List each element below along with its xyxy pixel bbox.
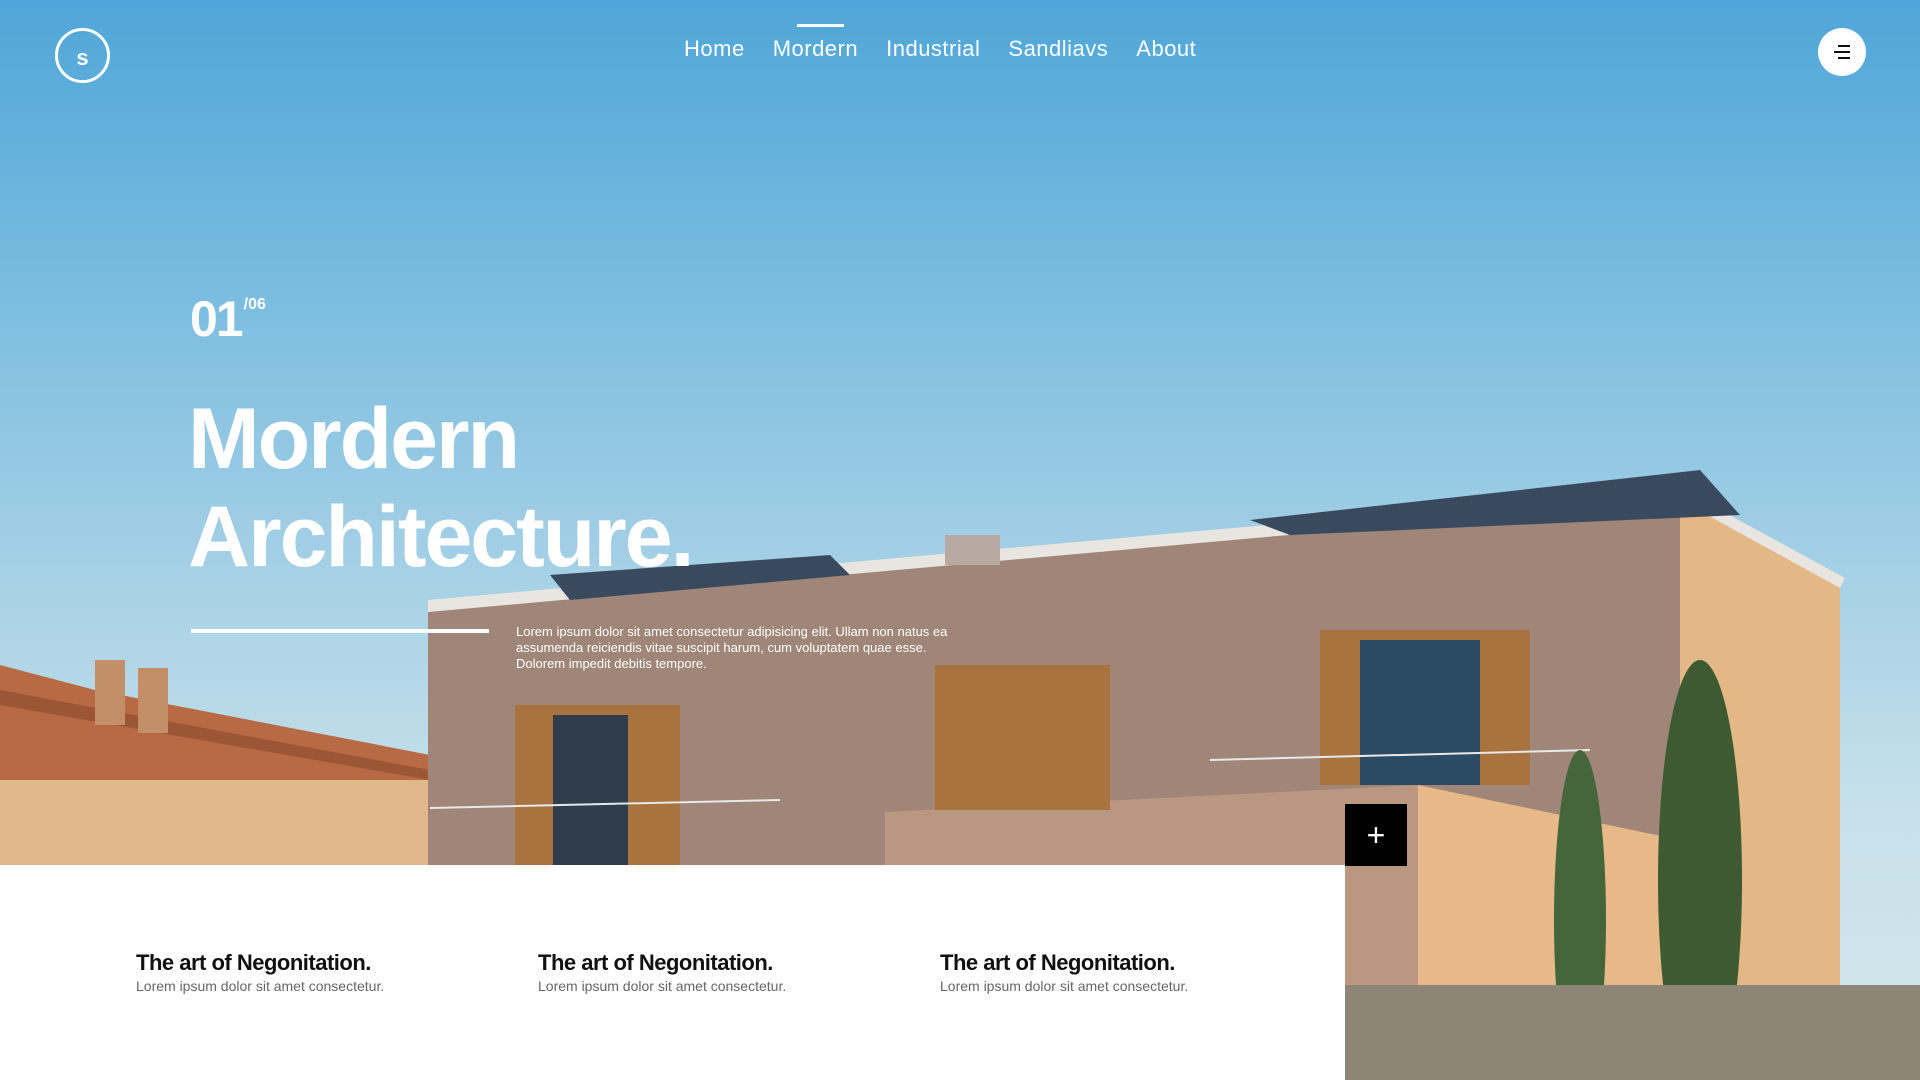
logo-letter: s [76, 44, 89, 70]
main-nav: Home Mordern Industrial Sandliavs About [684, 24, 1196, 62]
feature-text: Lorem ipsum dolor sit amet consectetur. [136, 978, 385, 994]
nav-mordern[interactable]: Mordern [773, 24, 858, 62]
hero-title: Mordern Architecture. [188, 390, 694, 586]
nav-home[interactable]: Home [684, 36, 745, 62]
feature-text: Lorem ipsum dolor sit amet consectetur. [940, 978, 1189, 994]
feature-card[interactable]: The art of Negonitation. Lorem ipsum dol… [538, 950, 868, 994]
title-divider [191, 629, 489, 633]
feature-text: Lorem ipsum dolor sit amet consectetur. [538, 978, 787, 994]
nav-about[interactable]: About [1136, 36, 1196, 62]
nav-industrial[interactable]: Industrial [886, 36, 980, 62]
feature-card[interactable]: The art of Negonitation. Lorem ipsum dol… [136, 950, 466, 994]
slide-counter: 01/06 [190, 290, 266, 348]
feature-title: The art of Negonitation. [538, 950, 773, 975]
slide-total: /06 [243, 296, 266, 313]
plus-icon: + [1366, 816, 1386, 853]
hero-title-line2: Architecture. [188, 489, 694, 585]
nav-sandliavs[interactable]: Sandliavs [1008, 36, 1108, 62]
hamburger-menu-icon[interactable] [1818, 28, 1866, 76]
features-panel: The art of Negonitation. Lorem ipsum dol… [0, 865, 1345, 1080]
plus-button[interactable]: + [1345, 804, 1407, 866]
hero-title-line1: Mordern [188, 391, 520, 487]
feature-title: The art of Negonitation. [136, 950, 371, 975]
feature-title: The art of Negonitation. [940, 950, 1175, 975]
logo[interactable]: s [55, 28, 110, 83]
hero-description: Lorem ipsum dolor sit amet consectetur a… [516, 624, 948, 671]
slide-current: 01 [190, 291, 244, 347]
feature-card[interactable]: The art of Negonitation. Lorem ipsum dol… [940, 950, 1270, 994]
